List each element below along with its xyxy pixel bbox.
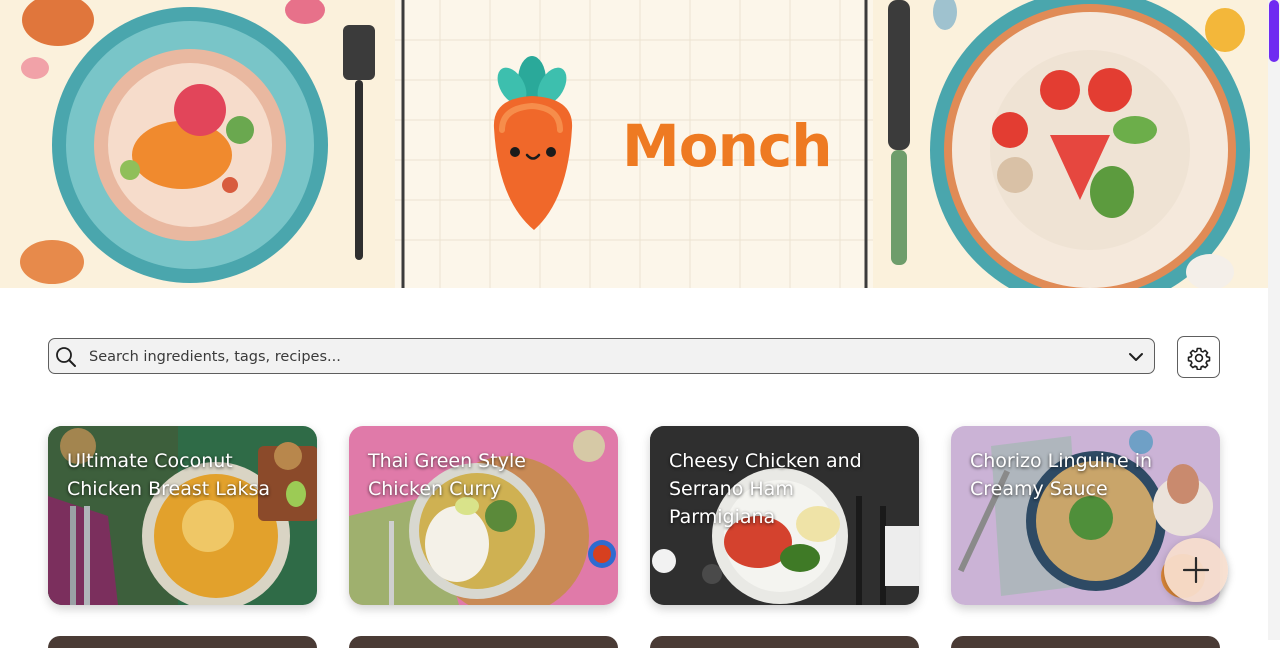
- recipe-title: Ultimate Coconut Chicken Breast Laksa: [67, 450, 271, 500]
- recipe-card[interactable]: Cheesy Chicken and Serrano Ham Parmigian…: [650, 426, 919, 605]
- plus-icon: [1183, 557, 1209, 583]
- recipe-card[interactable]: [48, 636, 317, 648]
- chevron-down-icon[interactable]: [1128, 350, 1144, 364]
- recipe-card[interactable]: [349, 636, 618, 648]
- scrollbar-track[interactable]: [1268, 0, 1280, 640]
- gear-icon: [1187, 347, 1211, 370]
- recipe-card[interactable]: [650, 636, 919, 648]
- recipe-title: Thai Green Style Chicken Curry: [368, 450, 526, 500]
- hero-banner: Monch: [0, 0, 1268, 288]
- search-input[interactable]: [87, 339, 1111, 375]
- recipe-card[interactable]: Thai Green Style Chicken Curry: [349, 426, 618, 605]
- scrollbar-thumb[interactable]: [1269, 0, 1279, 62]
- app-title: Monch: [622, 112, 833, 180]
- recipe-title: Chorizo Linguine in Creamy Sauce: [970, 450, 1153, 500]
- settings-button[interactable]: [1177, 336, 1220, 378]
- recipe-card[interactable]: [951, 636, 1220, 648]
- search-bar[interactable]: [48, 338, 1155, 375]
- recipe-title: Cheesy Chicken and Serrano Ham Parmigian…: [669, 450, 862, 528]
- search-icon: [56, 347, 76, 367]
- add-recipe-button[interactable]: [1164, 538, 1228, 602]
- recipe-card[interactable]: Ultimate Coconut Chicken Breast Laksa: [48, 426, 317, 605]
